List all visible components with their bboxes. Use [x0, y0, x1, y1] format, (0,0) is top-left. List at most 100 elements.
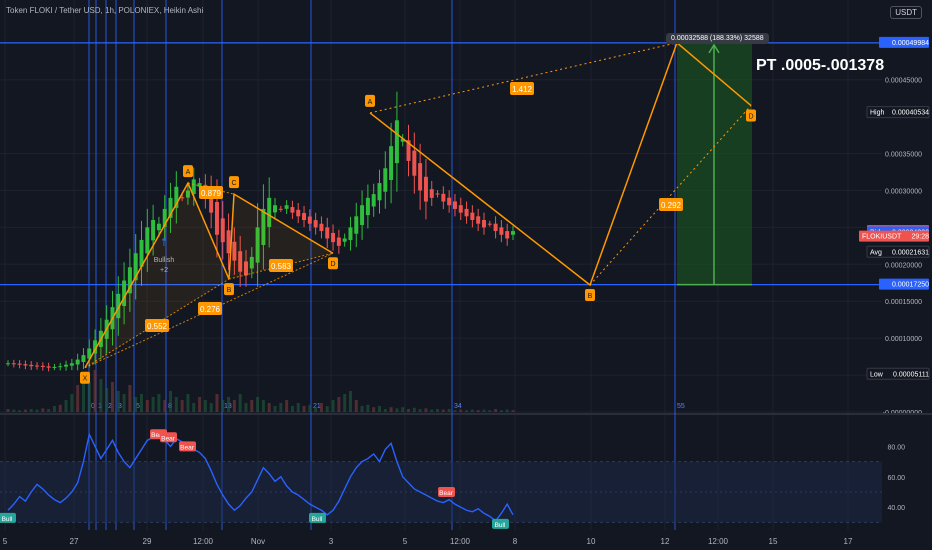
x-tick-label: 12	[661, 537, 670, 546]
volume-bar	[105, 388, 109, 412]
volume-bar	[99, 379, 103, 412]
candle-body	[429, 189, 434, 198]
volume-bar	[360, 406, 364, 412]
x-tick-label: 8	[513, 537, 518, 546]
volume-bar	[12, 409, 16, 412]
volume-bar	[261, 400, 265, 412]
volume-bar	[23, 409, 27, 412]
ratio-label: 0.292	[661, 201, 682, 210]
candle-body	[151, 220, 156, 241]
candle-body	[493, 223, 498, 232]
candle-body	[377, 183, 382, 201]
candle-body	[302, 213, 307, 220]
x-tick-label: 12:00	[708, 537, 729, 546]
volume-bar	[494, 409, 498, 412]
volume-bar	[140, 394, 144, 412]
volume-bar	[174, 397, 178, 412]
price-scale-label-value: 29:28	[911, 234, 929, 241]
price-scale-label-name: Low	[870, 371, 884, 378]
volume-bar	[215, 394, 219, 412]
cycle-count-label: 55	[677, 403, 685, 410]
volume-bar	[418, 409, 422, 412]
x-tick-label: 12:00	[193, 537, 214, 546]
pivot-label: D	[330, 261, 335, 268]
y-tick-label: 0.00030000	[885, 188, 922, 195]
candle-body	[348, 227, 353, 241]
bullish-label: Bullish	[154, 257, 175, 264]
volume-bar	[348, 391, 352, 412]
volume-bar	[209, 403, 213, 412]
volume-bar	[256, 397, 260, 412]
rsi-signal-label: Bear	[180, 444, 195, 451]
price-scale-label-value: 0.00049984	[892, 40, 929, 47]
price-scale-label-name: High	[870, 110, 885, 117]
candle-body	[313, 220, 318, 228]
candle-body	[307, 216, 312, 224]
y-tick-label: 0.00015000	[885, 299, 922, 306]
volume-bar	[29, 409, 33, 412]
volume-bar	[76, 385, 80, 412]
volume-bar	[412, 407, 416, 412]
x-tick-label: 17	[844, 537, 853, 546]
candle-body	[342, 238, 347, 242]
harmonic-ratio-line	[369, 42, 678, 114]
candle-body	[145, 227, 150, 254]
y-tick-label: 0.00045000	[885, 78, 922, 85]
pivot-label: B	[227, 287, 232, 294]
volume-bar	[134, 397, 138, 412]
candle-body	[64, 364, 69, 367]
candle-body	[58, 366, 63, 368]
price-scale-label-value: 0.00017250	[892, 282, 929, 289]
candle-body	[214, 201, 219, 235]
volume-bar	[308, 404, 312, 412]
y-tick-label: 0.00010000	[885, 336, 922, 343]
price-scale-label-value: 0.00021631	[892, 249, 929, 256]
x-tick-label: 5	[3, 537, 8, 546]
volume-bar	[221, 400, 225, 412]
volume-bar	[331, 400, 335, 412]
volume-bar	[296, 403, 300, 412]
candle-body	[52, 366, 57, 368]
candle-body	[464, 208, 469, 217]
price-scale-label-value: 0.00040534	[892, 110, 929, 117]
candle-body	[46, 366, 51, 368]
volume-bar	[186, 394, 190, 412]
volume-bar	[35, 409, 39, 412]
volume-bar	[227, 397, 231, 412]
rsi-tick-label: 80.00	[887, 444, 905, 451]
candle-body	[423, 176, 428, 202]
candle-body	[156, 223, 161, 231]
volume-bar	[354, 400, 358, 412]
volume-bar	[87, 382, 91, 412]
volume-bar	[325, 406, 329, 412]
price-scale-label-name: Avg	[870, 249, 882, 256]
ratio-label: 0.552	[147, 322, 168, 331]
volume-bar	[198, 397, 202, 412]
price-chart[interactable]: 0.000500000.000450000.000350000.00030000…	[0, 0, 932, 550]
y-tick-label: 0.00035000	[885, 152, 922, 159]
volume-bar	[232, 400, 236, 412]
volume-bar	[302, 406, 306, 412]
x-tick-label: 15	[769, 537, 778, 546]
x-tick-label: 10	[587, 537, 596, 546]
volume-bar	[238, 394, 242, 412]
pivot-label: X	[83, 376, 88, 383]
volume-bar	[499, 410, 503, 412]
candle-body	[371, 194, 376, 207]
candle-body	[499, 227, 504, 235]
pivot-label: B	[588, 293, 593, 300]
harmonic-fill	[85, 183, 229, 368]
volume-bar	[285, 400, 289, 412]
candle-body	[331, 232, 336, 243]
volume-bar	[366, 404, 370, 412]
volume-bar	[476, 410, 480, 412]
rsi-signal-label: Bull	[2, 516, 13, 523]
volume-bar	[511, 410, 515, 412]
volume-bar	[465, 410, 469, 412]
volume-bar	[407, 409, 411, 412]
candle-body	[11, 363, 16, 365]
volume-bar	[290, 406, 294, 412]
volume-bar	[163, 400, 167, 412]
candle-body	[35, 365, 40, 367]
currency-button[interactable]: USDT	[890, 6, 922, 19]
